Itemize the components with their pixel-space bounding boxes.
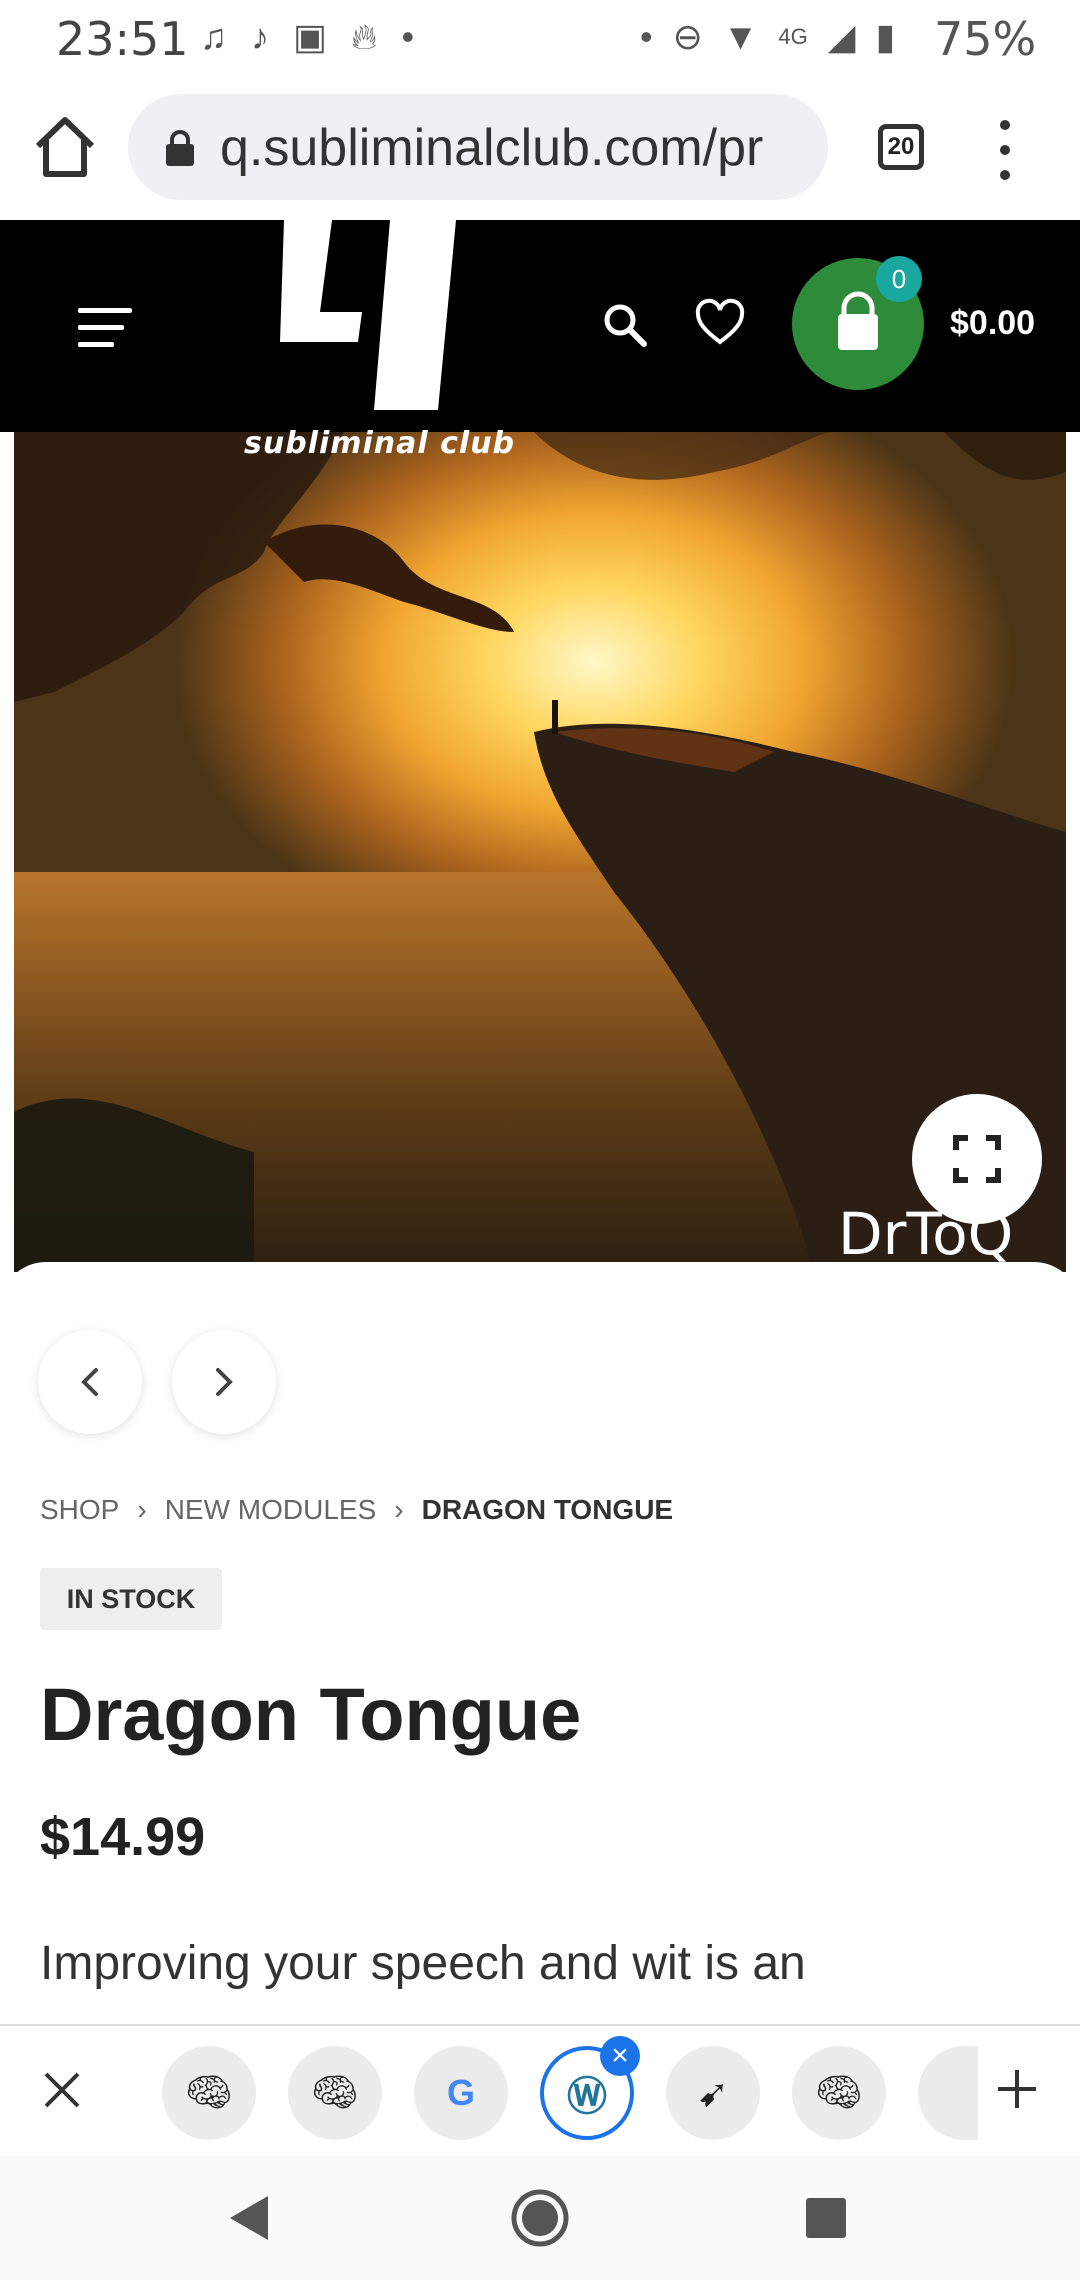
product-title: Dragon Tongue bbox=[40, 1673, 582, 1756]
tab-item-fishing[interactable]: ➹ bbox=[666, 2046, 760, 2140]
product-details-card bbox=[0, 1262, 1080, 2022]
close-icon[interactable] bbox=[42, 2070, 82, 2110]
tiktok-icon: ♪ bbox=[251, 16, 269, 57]
tab-item-google[interactable]: G bbox=[414, 2046, 508, 2140]
site-header: 0 $0.00 bbox=[0, 220, 1080, 432]
chevron-left-icon bbox=[81, 1368, 98, 1396]
chevron-right-icon: › bbox=[137, 1494, 147, 1525]
hamburger-menu-icon[interactable] bbox=[78, 308, 132, 348]
dragon-cliff-artwork bbox=[14, 432, 1066, 1272]
tab-item-brain[interactable]: 🧠︎ bbox=[288, 2046, 382, 2140]
system-icons: • ⊖ ▼ 4G ◢ ▮ bbox=[640, 16, 895, 58]
breadcrumb-current: DRAGON TONGUE bbox=[421, 1494, 674, 1525]
url-text: q.subliminalclub.com/pr bbox=[220, 119, 764, 177]
lock-icon bbox=[166, 130, 194, 166]
breadcrumb-shop[interactable]: SHOP bbox=[40, 1494, 119, 1526]
product-description: Improving your speech and wit is an bbox=[40, 1937, 806, 1990]
product-price: $14.99 bbox=[40, 1807, 206, 1867]
gallery-next-button[interactable] bbox=[172, 1330, 276, 1434]
tab-close-button[interactable]: × bbox=[600, 2036, 640, 2076]
search-icon[interactable] bbox=[600, 300, 650, 350]
wifi-icon: ▼ bbox=[722, 16, 759, 57]
system-navigation-bar bbox=[0, 2156, 1080, 2280]
wishlist-heart-icon[interactable] bbox=[694, 298, 746, 348]
chevron-right-icon bbox=[216, 1368, 233, 1396]
overflow-menu-icon[interactable] bbox=[990, 120, 1020, 180]
site-logo[interactable] bbox=[270, 220, 470, 410]
dot-icon: • bbox=[401, 16, 415, 57]
brain-icon: 🧠︎ bbox=[310, 2072, 360, 2114]
site-name: subliminal club bbox=[244, 426, 516, 461]
tab-item-partial[interactable] bbox=[918, 2046, 978, 2140]
google-icon: G bbox=[446, 2072, 475, 2113]
expand-icon bbox=[953, 1135, 1001, 1183]
music-icon: ♫ bbox=[200, 16, 227, 57]
recents-icon[interactable] bbox=[806, 2198, 846, 2238]
flame-icon: 🔥︎ bbox=[351, 16, 378, 57]
dot-icon: • bbox=[640, 16, 653, 57]
stock-badge: IN STOCK bbox=[40, 1568, 222, 1630]
tab-item-brain[interactable]: 🧠︎ bbox=[162, 2046, 256, 2140]
fullscreen-button[interactable] bbox=[912, 1094, 1042, 1224]
home-icon[interactable] bbox=[30, 112, 100, 182]
status-bar: 23:51 ♫ ♪ ▣ 🔥︎ • • ⊖ ▼ 4G ◢ ▮ 75% bbox=[0, 0, 1080, 80]
browser-toolbar: q.subliminalclub.com/pr 20 bbox=[0, 80, 1080, 220]
brain-icon: 🧠︎ bbox=[814, 2072, 864, 2114]
battery-percentage: 75% bbox=[934, 12, 1037, 66]
back-icon[interactable] bbox=[230, 2196, 268, 2240]
signal-icon: ◢ bbox=[827, 16, 856, 57]
fishing-icon: ➹ bbox=[697, 2072, 729, 2115]
breadcrumb-new-modules[interactable]: NEW MODULES bbox=[165, 1494, 377, 1526]
cart-count-badge: 0 bbox=[876, 256, 922, 302]
address-bar[interactable]: q.subliminalclub.com/pr bbox=[128, 94, 828, 200]
breadcrumb: SHOP › NEW MODULES › DRAGON TONGUE bbox=[40, 1494, 673, 1526]
notification-icons: ♫ ♪ ▣ 🔥︎ • bbox=[200, 16, 414, 59]
screen-icon: ▣ bbox=[293, 16, 328, 57]
tab-strip: 🧠︎ 🧠︎ G Ⓦ × ➹ 🧠︎ bbox=[0, 2024, 1080, 2154]
status-time: 23:51 bbox=[56, 12, 189, 66]
gallery-prev-button[interactable] bbox=[38, 1330, 142, 1434]
dnd-icon: ⊖ bbox=[672, 16, 703, 57]
brain-icon: 🧠︎ bbox=[184, 2072, 234, 2114]
tab-item-brain[interactable]: 🧠︎ bbox=[792, 2046, 886, 2140]
network-label: 4G bbox=[778, 24, 808, 49]
plus-icon[interactable] bbox=[994, 2066, 1040, 2112]
chevron-right-icon: › bbox=[394, 1494, 404, 1525]
product-image[interactable] bbox=[14, 432, 1066, 1272]
tab-switcher-button[interactable]: 20 bbox=[878, 124, 924, 170]
battery-icon: ▮ bbox=[875, 16, 896, 57]
cart-total[interactable]: $0.00 bbox=[950, 304, 1035, 343]
wordpress-icon: Ⓦ bbox=[567, 2075, 607, 2119]
